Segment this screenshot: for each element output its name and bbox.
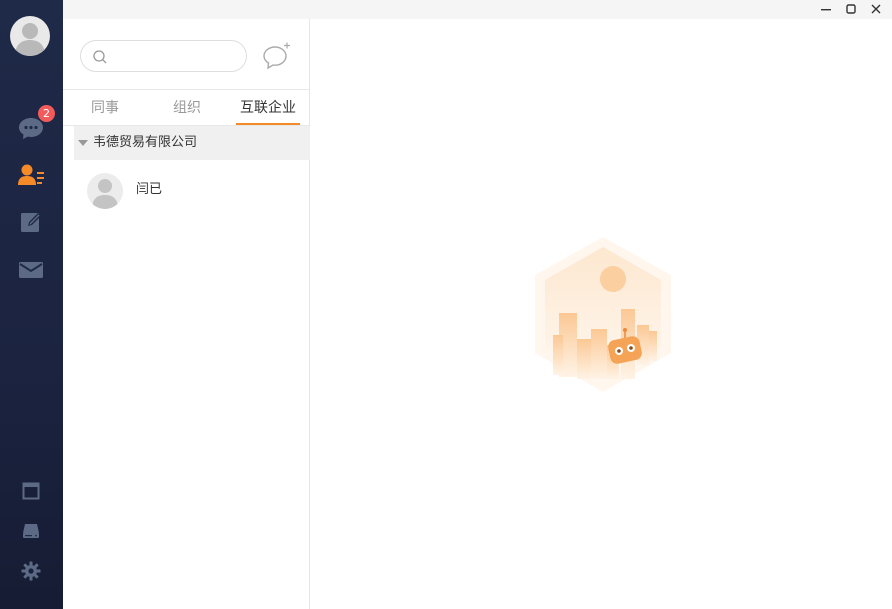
minimize-button[interactable] [814,0,838,17]
caret-down-icon [78,140,88,146]
nav-mail-button[interactable] [13,253,49,287]
tab-connected-enterprises[interactable]: 互联企业 [234,90,302,126]
close-icon [871,4,881,13]
active-tab-indicator [236,123,300,125]
tab-colleagues[interactable]: 同事 [69,90,141,126]
avatar-silhouette-icon [15,23,45,56]
search-box[interactable] [80,40,247,72]
nav-window-button[interactable] [13,474,49,508]
avatar-silhouette-icon [92,179,118,209]
user-avatar[interactable] [10,16,50,56]
new-chat-bubble-icon [263,42,290,70]
maximize-button[interactable] [839,0,863,17]
maximize-icon [846,3,856,14]
settings-icon [21,561,41,581]
nav-contacts-button[interactable] [13,158,49,192]
edit-icon [21,213,41,232]
minimize-icon [821,8,831,10]
nav-drive-button[interactable] [13,514,49,548]
search-input[interactable] [111,47,239,65]
nav-rail: 2 [0,0,63,609]
contact-name: 闫已 [136,182,163,197]
nav-messages-button[interactable]: 2 [13,105,55,145]
contacts-icon [18,164,44,185]
nav-settings-button[interactable] [13,554,49,588]
title-bar [63,0,892,19]
app-window: 2 同事 组织 互联企业 韦德贸易有限公司 闫已 [0,0,892,609]
window-icon [22,482,40,500]
search-icon [93,50,107,64]
group-name: 韦德贸易有限公司 [93,135,198,150]
nav-notes-button[interactable] [13,205,49,239]
contact-item[interactable]: 闫已 [63,167,310,215]
contacts-panel: 同事 组织 互联企业 韦德贸易有限公司 闫已 [63,19,310,609]
unread-badge: 2 [38,105,55,122]
group-header[interactable]: 韦德贸易有限公司 [74,126,310,160]
new-chat-button[interactable] [261,41,293,73]
mail-icon [19,262,43,278]
empty-state-illustration [535,237,671,392]
contact-avatar [87,173,123,209]
tab-organization[interactable]: 组织 [151,90,223,126]
main-content [311,19,892,609]
close-button[interactable] [864,0,888,17]
drive-icon [23,524,39,538]
contacts-tabs: 同事 组织 互联企业 [63,90,310,126]
